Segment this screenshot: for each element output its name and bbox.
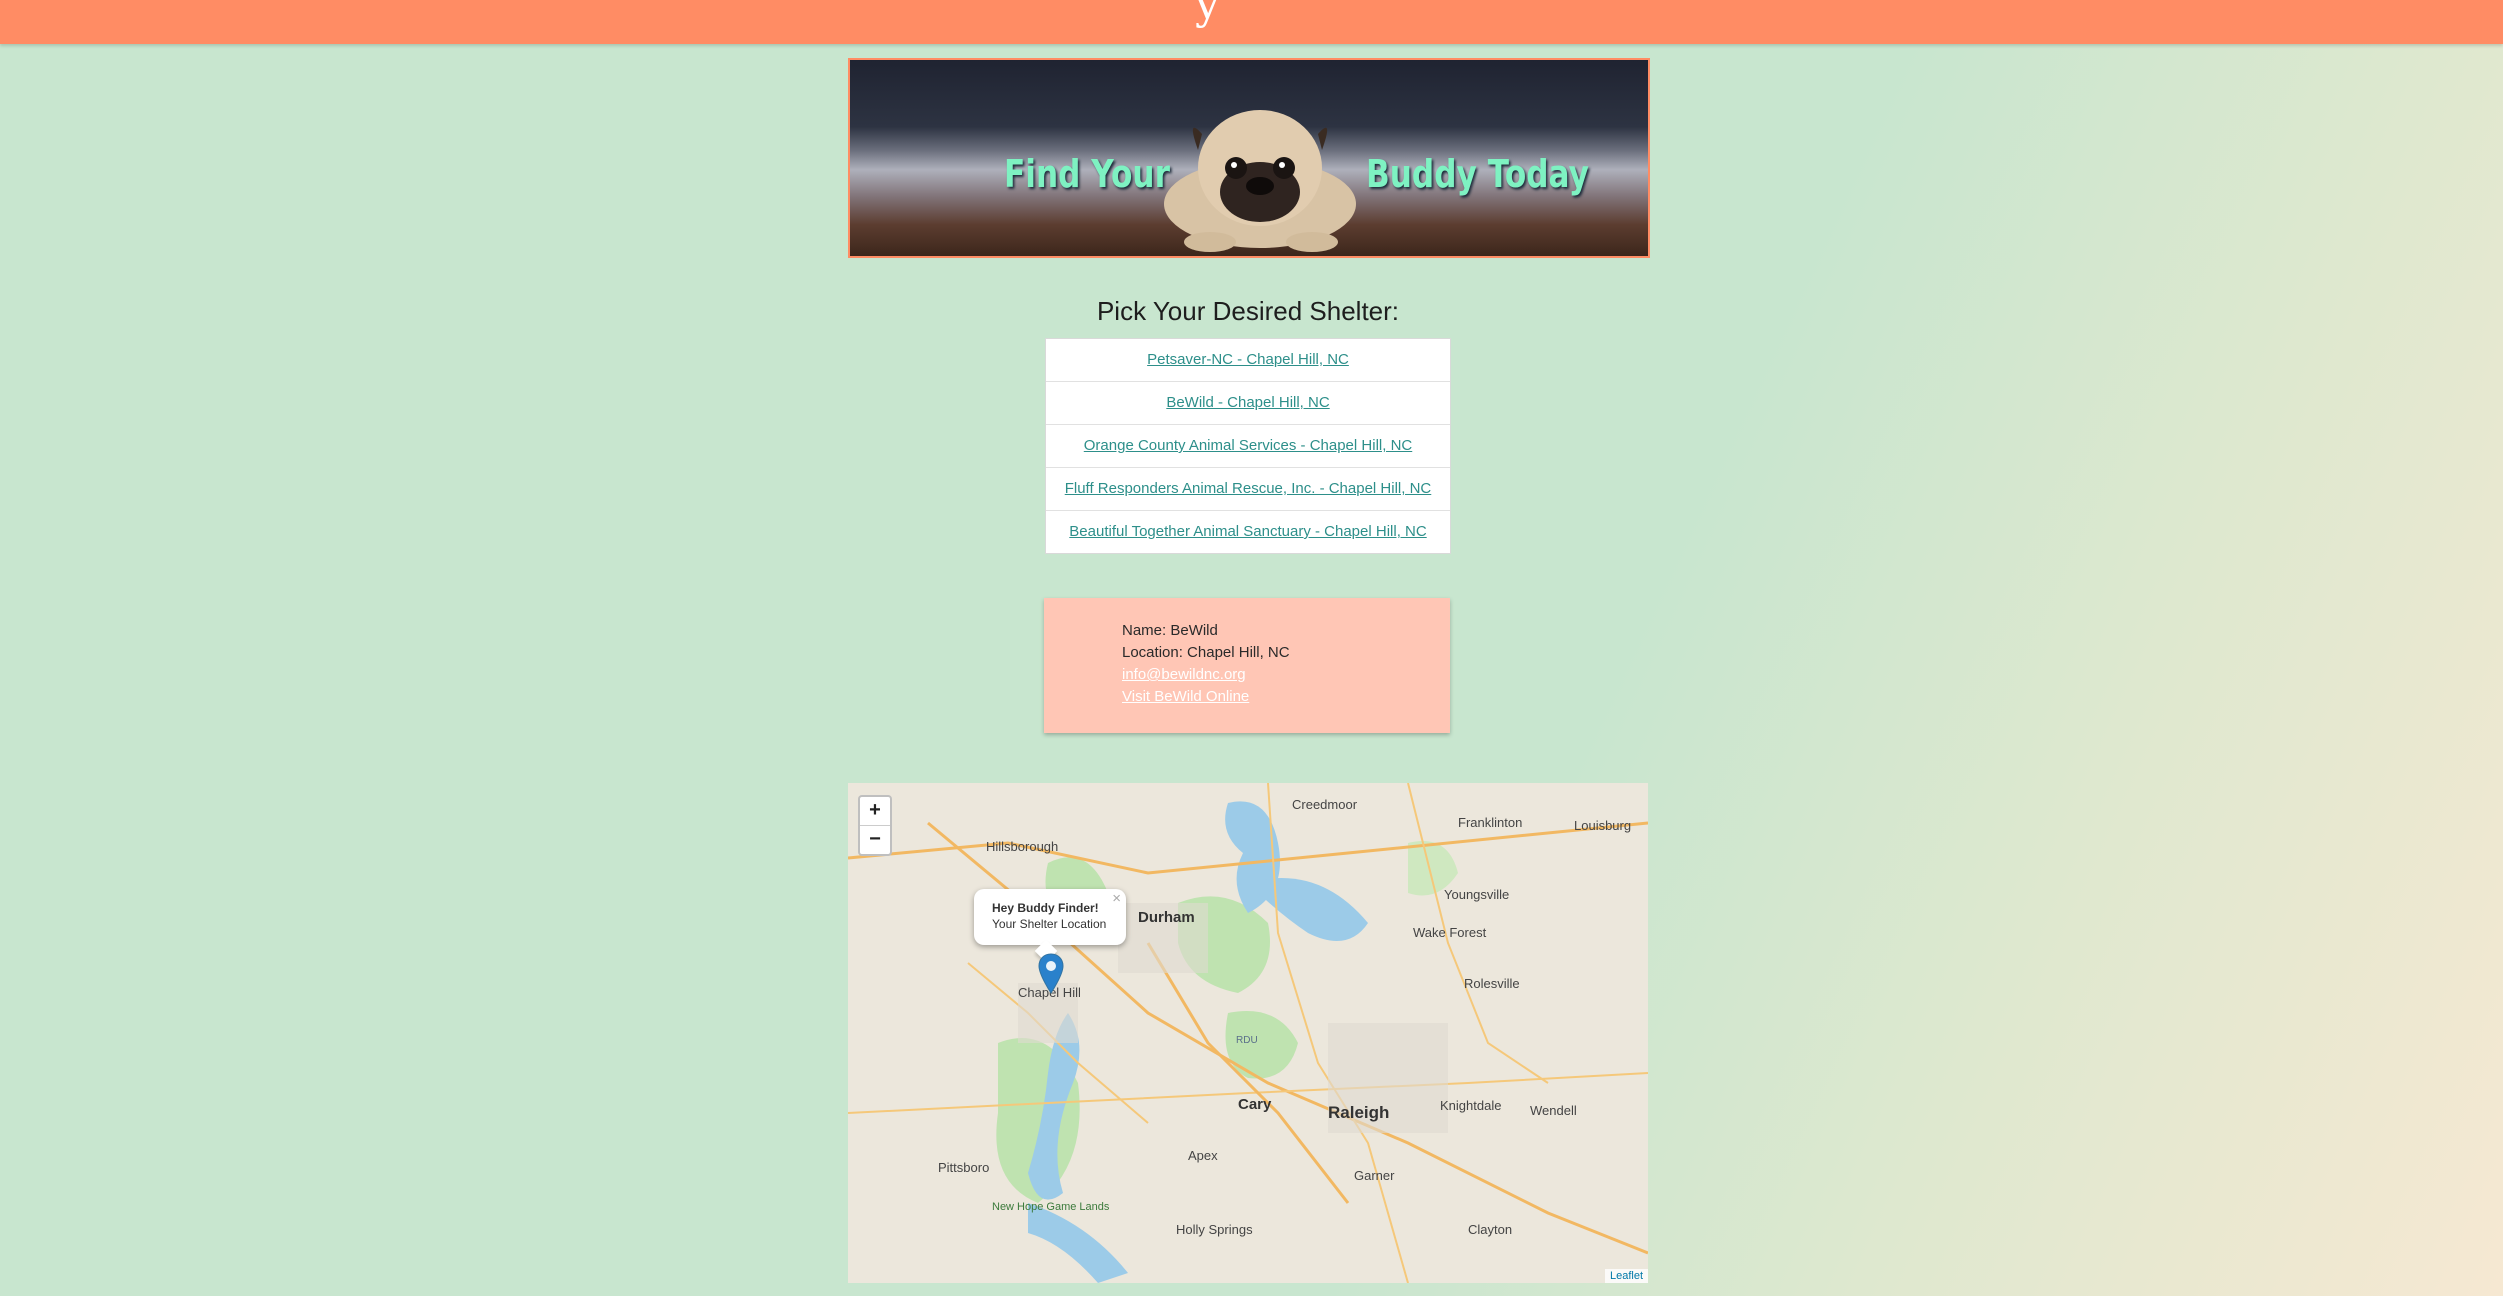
site-header: y [0,0,2503,44]
popup-body: Your Shelter Location [992,917,1107,931]
map-popup: Hey Buddy Finder! Your Shelter Location … [974,889,1126,963]
shelter-link-orange-county[interactable]: Orange County Animal Services - Chapel H… [1084,437,1412,454]
map-attribution[interactable]: Leaflet [1604,1269,1648,1283]
shelter-link-fluff-responders[interactable]: Fluff Responders Animal Rescue, Inc. - C… [1065,480,1432,497]
map-label: Garner [1354,1168,1395,1183]
map-label: Franklinton [1458,815,1523,830]
shelter-map[interactable]: Creedmoor Franklinton Louisburg Hillsbor… [848,783,1648,1283]
shelter-name: Name: BeWild [1122,622,1218,639]
list-item: BeWild - Chapel Hill, NC [1046,382,1450,425]
map-label: Cary [1238,1096,1272,1113]
shelter-link-bewild[interactable]: BeWild - Chapel Hill, NC [1166,394,1329,411]
shelter-website-link[interactable]: Visit BeWild Online [1122,688,1249,705]
map-label: Holly Springs [1176,1222,1253,1237]
banner-text-left: Find Your [1004,152,1170,196]
map-label: New Hope Game Lands [992,1201,1110,1213]
map-label: Clayton [1468,1222,1513,1237]
shelter-location: Location: Chapel Hill, NC [1122,644,1290,661]
map-label: Apex [1188,1148,1218,1163]
shelter-link-beautiful-together[interactable]: Beautiful Together Animal Sanctuary - Ch… [1069,523,1426,540]
map-label: Wendell [1530,1103,1577,1118]
zoom-in-button[interactable]: + [860,797,890,826]
shelter-link-petsaver[interactable]: Petsaver-NC - Chapel Hill, NC [1147,351,1349,368]
shelter-list: Petsaver-NC - Chapel Hill, NC BeWild - C… [1045,338,1451,554]
list-item: Beautiful Together Animal Sanctuary - Ch… [1046,511,1450,553]
shelter-email-link[interactable]: info@bewildnc.org [1122,666,1246,683]
map-label: Creedmoor [1292,797,1358,812]
map-label: Hillsborough [986,839,1059,854]
zoom-out-button[interactable]: − [860,826,890,854]
map-label: Louisburg [1574,818,1632,833]
map-label: Wake Forest [1413,925,1487,940]
pug-image [1164,110,1356,252]
list-item: Petsaver-NC - Chapel Hill, NC [1046,339,1450,382]
map-tiles [848,783,1648,1283]
header-logo-partial: y [1195,0,1220,29]
zoom-control: + − [858,795,892,856]
list-item: Orange County Animal Services - Chapel H… [1046,425,1450,468]
banner-text-right: Buddy Today [1366,152,1589,196]
map-label: Durham [1138,909,1195,926]
map-label: Knightdale [1440,1098,1502,1113]
map-label: Raleigh [1328,1103,1390,1122]
map-label: Youngsville [1444,887,1510,902]
map-label: Rolesville [1464,976,1520,991]
popup-title: Hey Buddy Finder! [992,901,1099,915]
map-pin-icon[interactable] [1038,953,1064,995]
shelter-picker-title: Pick Your Desired Shelter: [1096,296,1400,326]
list-item: Fluff Responders Animal Rescue, Inc. - C… [1046,468,1450,511]
map-label: RDU [1236,1035,1258,1046]
hero-banner: Find Your Buddy Today [848,58,1650,258]
shelter-info-card: Name: BeWild Location: Chapel Hill, NC i… [1044,598,1450,733]
map-label: Pittsboro [938,1160,990,1175]
popup-close-button[interactable]: × [1112,890,1121,907]
